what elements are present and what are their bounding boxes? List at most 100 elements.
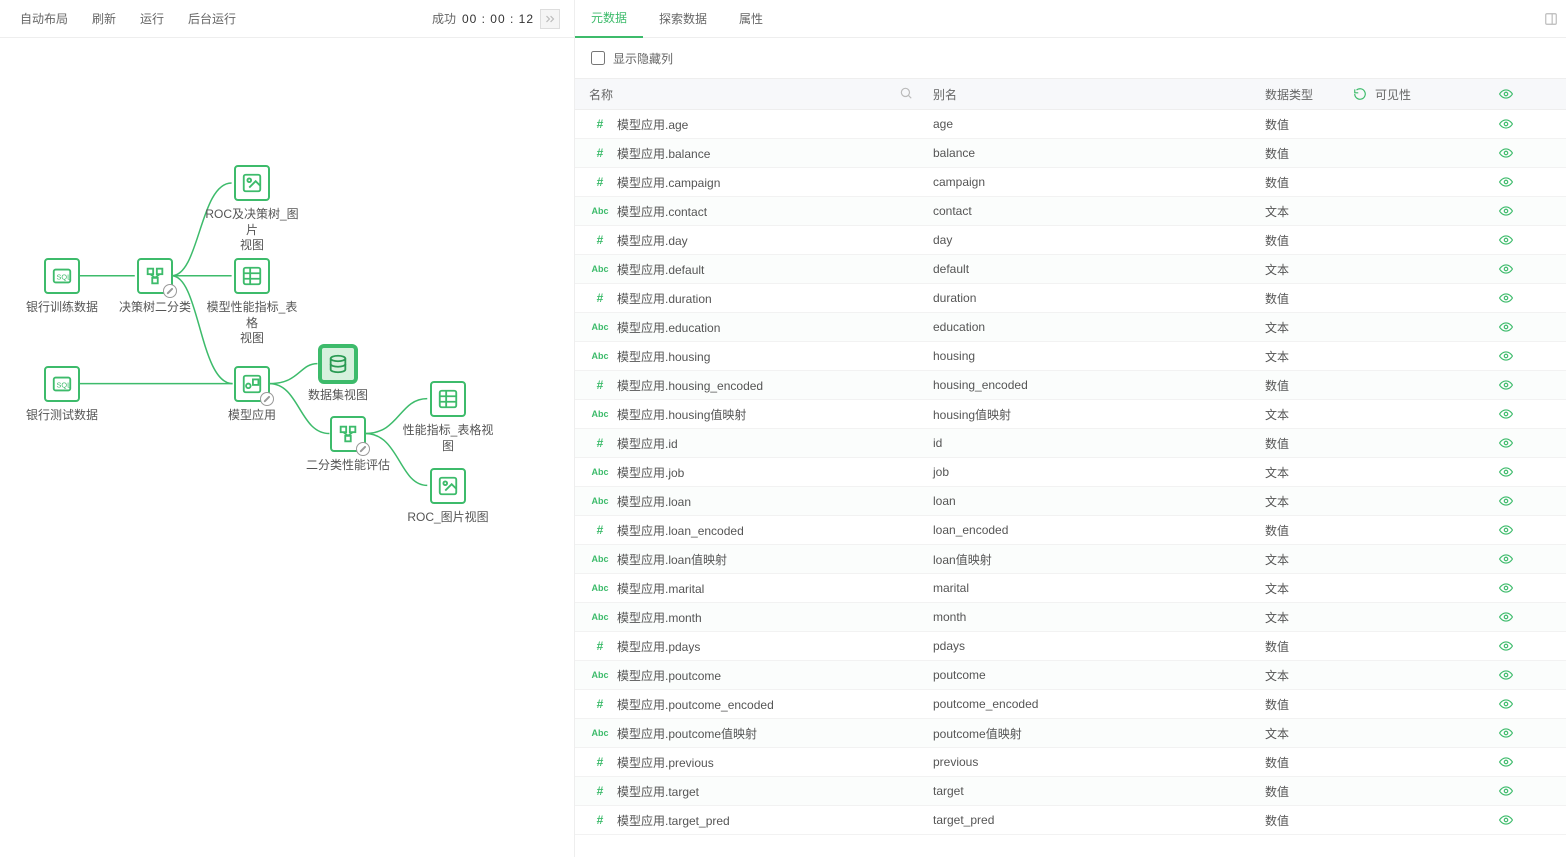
node-label: ROC及决策树_图片 视图 [202,207,302,254]
visibility-toggle-icon[interactable] [1499,494,1513,508]
right-tabs: 元数据 探索数据 属性 [575,0,1566,38]
table-row[interactable]: 模型应用.previousprevious数值 [575,748,1566,777]
visibility-toggle-icon[interactable] [1499,291,1513,305]
table-row[interactable]: 模型应用.housing值映射housing值映射文本 [575,400,1566,429]
node-binary-eval[interactable]: 二分类性能评估 [298,416,398,474]
numeric-type-icon [589,146,611,160]
field-datatype: 数值 [1265,176,1289,190]
visibility-toggle-icon[interactable] [1499,523,1513,537]
table-row[interactable]: 模型应用.educationeducation文本 [575,313,1566,342]
table-row[interactable]: 模型应用.loanloan文本 [575,487,1566,516]
visibility-toggle-icon[interactable] [1499,755,1513,769]
node-perf-table1[interactable]: 模型性能指标_表格 视图 [202,258,302,347]
visibility-toggle-icon[interactable] [1499,639,1513,653]
visibility-toggle-icon[interactable] [1499,407,1513,421]
tab-metadata[interactable]: 元数据 [575,0,643,38]
field-datatype: 文本 [1265,466,1289,480]
field-alias: month [933,610,966,624]
table-row[interactable]: 模型应用.housing_encodedhousing_encoded数值 [575,371,1566,400]
field-datatype: 数值 [1265,234,1289,248]
visibility-header-icon[interactable] [1445,87,1566,101]
node-model-apply[interactable]: 模型应用 [202,366,302,424]
table-row[interactable]: 模型应用.housinghousing文本 [575,342,1566,371]
table-row[interactable]: 模型应用.balancebalance数值 [575,139,1566,168]
run-button[interactable]: 运行 [128,0,176,38]
visibility-toggle-icon[interactable] [1499,378,1513,392]
table-row[interactable]: 模型应用.poutcome值映射poutcome值映射文本 [575,719,1566,748]
table-row[interactable]: 模型应用.defaultdefault文本 [575,255,1566,284]
node-label: 二分类性能评估 [306,458,390,474]
visibility-toggle-icon[interactable] [1499,465,1513,479]
numeric-type-icon [589,117,611,131]
node-decision-tree[interactable]: 决策树二分类 [105,258,205,316]
numeric-type-icon [589,813,611,827]
table-row[interactable]: 模型应用.target_predtarget_pred数值 [575,806,1566,835]
table-row[interactable]: 模型应用.loan_encodedloan_encoded数值 [575,516,1566,545]
visibility-toggle-icon[interactable] [1499,146,1513,160]
table-row[interactable]: 模型应用.monthmonth文本 [575,603,1566,632]
node-test-data[interactable]: SQL 银行测试数据 [12,366,112,424]
tab-explore[interactable]: 探索数据 [643,0,723,38]
header-datatype[interactable]: 数据类型 [1265,88,1313,102]
table-row[interactable]: 模型应用.dayday数值 [575,226,1566,255]
visibility-toggle-icon[interactable] [1499,784,1513,798]
field-name: 模型应用.poutcome [617,667,721,684]
workflow-canvas[interactable]: SQL 银行训练数据 SQL 银行测试数据 决策树二分类 ROC及决策树_图片 … [0,38,574,857]
visibility-toggle-icon[interactable] [1499,436,1513,450]
field-datatype: 数值 [1265,379,1289,393]
header-alias[interactable]: 别名 [933,88,957,102]
visibility-toggle-icon[interactable] [1499,552,1513,566]
visibility-toggle-icon[interactable] [1499,813,1513,827]
table-row[interactable]: 模型应用.jobjob文本 [575,458,1566,487]
visibility-toggle-icon[interactable] [1499,233,1513,247]
header-name[interactable]: 名称 [589,86,613,103]
visibility-toggle-icon[interactable] [1499,117,1513,131]
numeric-type-icon [589,291,611,305]
table-row[interactable]: 模型应用.contactcontact文本 [575,197,1566,226]
visibility-toggle-icon[interactable] [1499,581,1513,595]
table-row[interactable]: 模型应用.idid数值 [575,429,1566,458]
table-row[interactable]: 模型应用.pdayspdays数值 [575,632,1566,661]
header-visibility[interactable]: 可见性 [1375,86,1411,103]
visibility-toggle-icon[interactable] [1499,262,1513,276]
table-row[interactable]: 模型应用.loan值映射loan值映射文本 [575,545,1566,574]
refresh-icon[interactable] [1345,87,1375,101]
node-roc-image[interactable]: ROC_图片视图 [398,468,498,526]
table-row[interactable]: 模型应用.ageage数值 [575,110,1566,139]
visibility-toggle-icon[interactable] [1499,726,1513,740]
table-row[interactable]: 模型应用.maritalmarital文本 [575,574,1566,603]
field-name: 模型应用.poutcome_encoded [617,696,774,713]
visibility-toggle-icon[interactable] [1499,668,1513,682]
expand-button[interactable] [540,9,560,29]
table-row[interactable]: 模型应用.targettarget数值 [575,777,1566,806]
show-hidden-label[interactable]: 显示隐藏列 [613,50,673,67]
show-hidden-checkbox[interactable] [591,51,605,65]
visibility-toggle-icon[interactable] [1499,175,1513,189]
table-row[interactable]: 模型应用.durationduration数值 [575,284,1566,313]
table-row[interactable]: 模型应用.poutcome_encodedpoutcome_encoded数值 [575,690,1566,719]
panel-collapse-button[interactable] [1536,0,1566,38]
visibility-toggle-icon[interactable] [1499,320,1513,334]
background-run-button[interactable]: 后台运行 [176,0,248,38]
refresh-button[interactable]: 刷新 [80,0,128,38]
auto-layout-button[interactable]: 自动布局 [8,0,80,38]
field-name: 模型应用.contact [617,203,707,220]
visibility-toggle-icon[interactable] [1499,697,1513,711]
field-alias: duration [933,291,976,305]
node-label: 数据集视图 [308,388,368,404]
field-datatype: 文本 [1265,205,1289,219]
tab-properties[interactable]: 属性 [723,0,779,38]
node-dataset-view[interactable]: 数据集视图 [288,346,388,404]
node-perf-table2[interactable]: 性能指标_表格视图 [398,381,498,454]
table-row[interactable]: 模型应用.poutcomepoutcome文本 [575,661,1566,690]
visibility-toggle-icon[interactable] [1499,610,1513,624]
metadata-table-body[interactable]: 模型应用.ageage数值模型应用.balancebalance数值模型应用.c… [575,110,1566,857]
node-train-data[interactable]: SQL 银行训练数据 [12,258,112,316]
table-row[interactable]: 模型应用.campaigncampaign数值 [575,168,1566,197]
field-datatype: 数值 [1265,292,1289,306]
field-name: 模型应用.loan值映射 [617,551,727,568]
search-icon[interactable] [899,86,913,103]
node-roc-tree-image[interactable]: ROC及决策树_图片 视图 [202,165,302,254]
visibility-toggle-icon[interactable] [1499,204,1513,218]
visibility-toggle-icon[interactable] [1499,349,1513,363]
